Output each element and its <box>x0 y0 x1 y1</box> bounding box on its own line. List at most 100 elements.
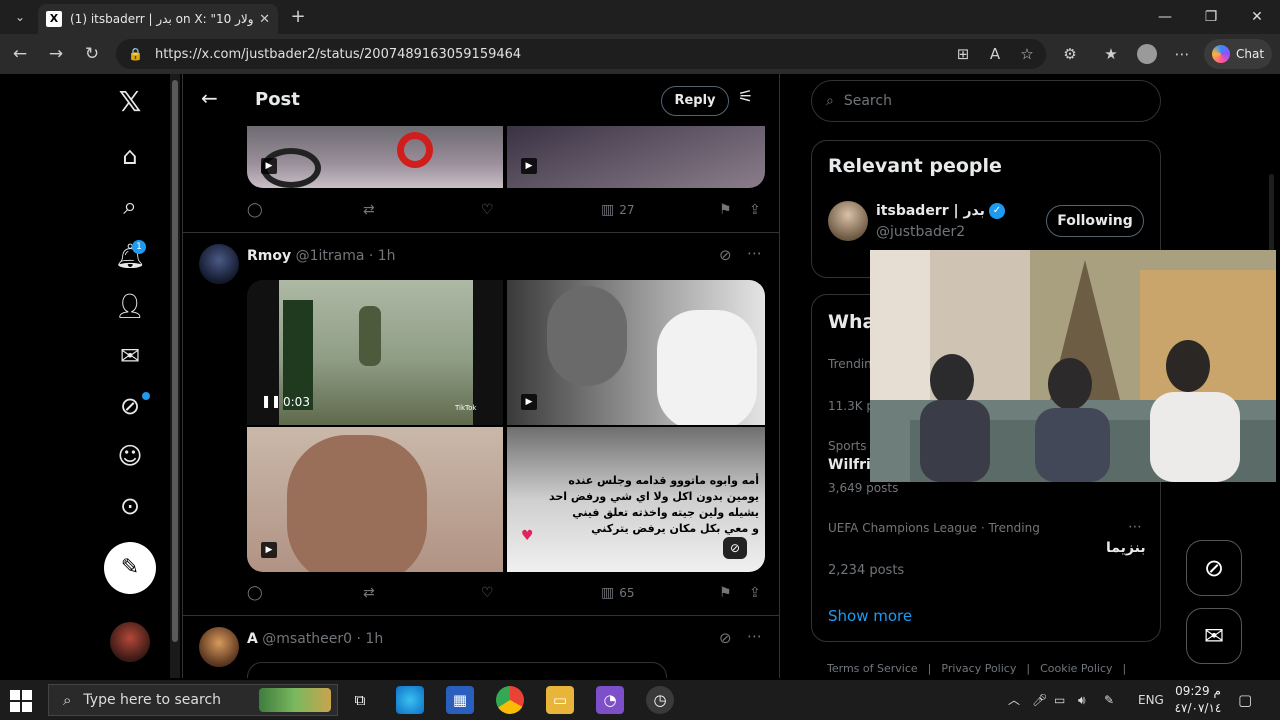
minimize-icon[interactable]: — <box>1150 4 1180 30</box>
bookmark-icon[interactable]: ⚑ <box>719 585 732 601</box>
profile-avatar-icon[interactable] <box>1135 42 1159 66</box>
tweet-media[interactable]: ▶ <box>247 427 503 572</box>
taskbar-search[interactable]: ⌕ Type here to search <box>48 684 338 716</box>
author-name[interactable]: Rmoy <box>247 248 291 264</box>
clock[interactable]: 09:29 م ٤٧/٠٧/١٤ <box>1170 683 1226 717</box>
browser-tab[interactable]: X (1) itsbaderr | بدر on X: "10 دولار L … <box>38 4 278 34</box>
settings-more-icon[interactable]: ⋯ <box>1170 42 1194 66</box>
app-available-icon[interactable]: ⊞ <box>951 42 975 66</box>
read-aloud-icon[interactable]: A <box>983 42 1007 66</box>
like-icon[interactable]: ♡ <box>481 202 494 218</box>
language-indicator[interactable]: ENG <box>1138 680 1164 720</box>
extensions-icon[interactable]: ⚙ <box>1058 42 1082 66</box>
bookmark-icon[interactable]: ⚑ <box>719 202 732 218</box>
following-button[interactable]: Following <box>1046 205 1144 237</box>
pause-icon[interactable]: ❚❚ <box>261 394 281 408</box>
profile-handle[interactable]: @justbader2 <box>876 224 965 240</box>
tweet-media[interactable]: ▶ <box>507 280 765 425</box>
search-icon[interactable]: ⌕ <box>112 188 148 224</box>
grok-icon[interactable]: ⊘ <box>719 246 732 264</box>
grok-fab-icon[interactable]: ⊘ <box>1186 540 1242 596</box>
favorite-star-icon[interactable]: ☆ <box>1015 42 1039 66</box>
network-icon[interactable]: ▭ <box>1054 680 1065 720</box>
edge-icon[interactable] <box>396 686 424 714</box>
scrollbar-thumb[interactable] <box>172 80 178 642</box>
share-icon[interactable]: ⇪ <box>749 202 761 218</box>
favorites-icon[interactable]: ★ <box>1099 42 1123 66</box>
messages-fab-icon[interactable]: ✉ <box>1186 608 1242 664</box>
tab-list-icon[interactable]: ⌄ <box>8 5 32 29</box>
compose-icon[interactable]: ✎ <box>104 542 156 594</box>
reply-icon[interactable]: ◯ <box>247 585 263 601</box>
tweet-media[interactable]: أمه وابوه ماتووو قدامه وجلس عنده يومين ب… <box>507 427 765 572</box>
forward-icon[interactable]: → <box>44 42 68 66</box>
play-icon[interactable]: ▶ <box>521 158 537 174</box>
restore-icon[interactable]: ❐ <box>1196 4 1226 30</box>
pen-icon[interactable]: ✎ <box>1104 680 1114 720</box>
url-field[interactable]: 🔒 https://x.com/justbader2/status/200748… <box>116 39 1046 69</box>
mic-icon[interactable]: 🎤︎ <box>1032 680 1047 720</box>
back-arrow-icon[interactable]: ← <box>201 86 218 110</box>
avatar[interactable] <box>199 627 239 667</box>
avatar[interactable] <box>110 622 150 662</box>
people-icon[interactable]: 👤︎ <box>112 288 148 324</box>
retweet-icon[interactable]: ⇄ <box>363 202 375 218</box>
volume-icon[interactable]: 🔊︎ <box>1078 680 1086 720</box>
terms-link[interactable]: Terms of Service <box>827 662 918 675</box>
show-more-link[interactable]: Show more <box>828 607 912 625</box>
trend-name[interactable]: Wilfri <box>828 457 871 473</box>
profile-name[interactable]: itsbaderr | بدر ✓ <box>876 203 1005 219</box>
tweet-video[interactable]: ❚❚ 0:03 TikTok <box>247 280 503 425</box>
tray-chevron-icon[interactable]: ︿ <box>1008 680 1020 720</box>
avatar[interactable] <box>199 244 239 284</box>
new-tab-icon[interactable]: + <box>286 5 310 29</box>
search-field[interactable]: ⌕ Search <box>811 80 1161 122</box>
windows-start-icon[interactable] <box>10 690 32 712</box>
play-icon[interactable]: ▶ <box>261 542 277 558</box>
avatar[interactable] <box>828 201 868 241</box>
tune-icon[interactable]: ⚟ <box>738 87 753 107</box>
store-icon[interactable]: ▦ <box>446 686 474 714</box>
left-scrollbar[interactable] <box>170 74 180 678</box>
profile-icon[interactable]: ☺ <box>112 438 148 474</box>
discord-icon[interactable]: ◔ <box>596 686 624 714</box>
chrome-icon[interactable] <box>496 686 524 714</box>
more-icon[interactable]: ⋯ <box>747 244 762 262</box>
more-icon[interactable]: ⋯ <box>1128 519 1142 535</box>
views-icon[interactable]: ▥ 65 <box>601 585 635 601</box>
views-icon[interactable]: ▥ 27 <box>601 202 635 218</box>
x-logo-icon[interactable]: 𝕏 <box>112 84 148 120</box>
grok-image-icon[interactable]: ⊘ <box>723 537 747 559</box>
play-icon[interactable]: ▶ <box>521 394 537 410</box>
tweet-time[interactable]: · 1h <box>369 248 396 264</box>
author-handle[interactable]: @msatheer0 <box>262 631 352 647</box>
author-name[interactable]: A <box>247 631 258 647</box>
file-explorer-icon[interactable]: ▭ <box>546 686 574 714</box>
grok-icon[interactable]: ⊘ <box>719 629 732 647</box>
privacy-link[interactable]: Privacy Policy <box>941 662 1016 675</box>
reply-icon[interactable]: ◯ <box>247 202 263 218</box>
notification-center-icon[interactable]: ▢ <box>1238 680 1252 720</box>
tweet-media[interactable]: ▶ <box>247 126 503 188</box>
more-icon[interactable]: ⋯ <box>747 627 762 645</box>
tweet-time[interactable]: · 1h <box>357 631 384 647</box>
tab-close-icon[interactable]: ✕ <box>259 12 270 27</box>
more-icon[interactable]: ⊙ <box>112 488 148 524</box>
tweet-media[interactable] <box>247 662 667 678</box>
close-window-icon[interactable]: ✕ <box>1242 4 1272 30</box>
retweet-icon[interactable]: ⇄ <box>363 585 375 601</box>
task-view-icon[interactable]: ⧉ <box>346 686 374 714</box>
share-icon[interactable]: ⇪ <box>749 585 761 601</box>
tweet-media[interactable]: ▶ <box>507 126 765 188</box>
play-icon[interactable]: ▶ <box>261 158 277 174</box>
author-handle[interactable]: @1itrama <box>296 248 365 264</box>
copilot-chat-button[interactable]: Chat <box>1204 39 1272 69</box>
home-icon[interactable]: ⌂ <box>112 138 148 174</box>
trend-name[interactable]: بنزيما <box>1106 540 1146 556</box>
like-icon[interactable]: ♡ <box>481 585 494 601</box>
reply-button[interactable]: Reply <box>661 86 729 116</box>
video-overlay[interactable] <box>870 250 1276 482</box>
mail-icon[interactable]: ✉ <box>112 338 148 374</box>
refresh-icon[interactable]: ↻ <box>80 42 104 66</box>
cookie-link[interactable]: Cookie Policy <box>1040 662 1112 675</box>
